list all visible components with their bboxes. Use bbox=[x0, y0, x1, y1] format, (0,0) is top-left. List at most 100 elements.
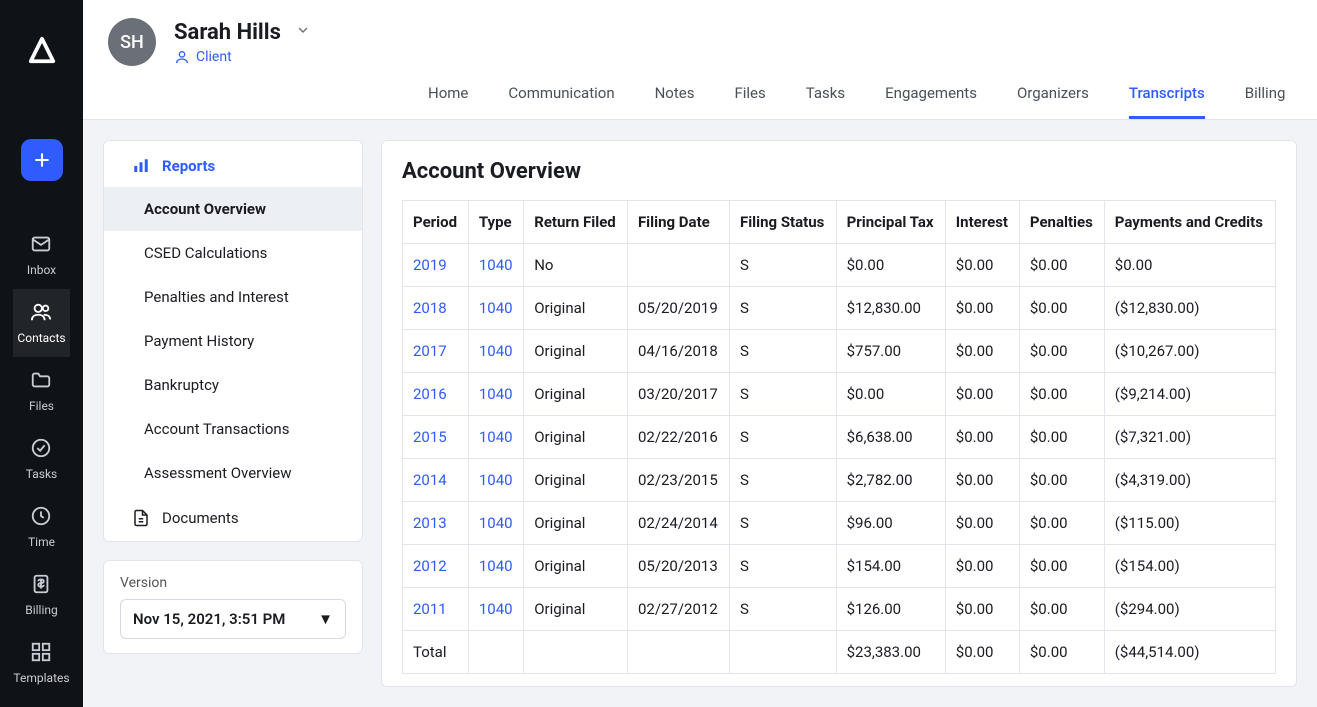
rail-item-label: Templates bbox=[13, 671, 69, 685]
reports-heading[interactable]: Reports bbox=[104, 141, 362, 187]
col-principal-tax[interactable]: Principal Tax bbox=[836, 201, 945, 244]
cell: Original bbox=[524, 330, 628, 373]
tab-organizers[interactable]: Organizers bbox=[1017, 84, 1089, 119]
tab-transcripts[interactable]: Transcripts bbox=[1129, 84, 1205, 119]
document-icon bbox=[132, 509, 150, 527]
sidebar-item-documents[interactable]: Documents bbox=[104, 495, 362, 541]
cell: 02/22/2016 bbox=[627, 416, 729, 459]
sidebar-item-assessment-overview[interactable]: Assessment Overview bbox=[104, 451, 362, 495]
link-cell[interactable]: 2015 bbox=[403, 416, 469, 459]
rail-item-contacts[interactable]: Contacts bbox=[13, 289, 69, 357]
link-cell[interactable]: 2019 bbox=[403, 244, 469, 287]
link-cell[interactable]: 1040 bbox=[468, 373, 523, 416]
col-return-filed[interactable]: Return Filed bbox=[524, 201, 628, 244]
table-row: 20161040Original03/20/2017S$0.00$0.00$0.… bbox=[403, 373, 1276, 416]
client-name: Sarah Hills bbox=[174, 20, 281, 45]
users-icon bbox=[30, 301, 52, 326]
tab-billing[interactable]: Billing bbox=[1245, 84, 1286, 119]
cell: $96.00 bbox=[836, 502, 945, 545]
cell: Original bbox=[524, 545, 628, 588]
cell: Original bbox=[524, 287, 628, 330]
folder-icon bbox=[30, 369, 52, 394]
col-filing-date[interactable]: Filing Date bbox=[627, 201, 729, 244]
link-cell[interactable]: 2017 bbox=[403, 330, 469, 373]
cell: $0.00 bbox=[945, 459, 1019, 502]
add-button[interactable] bbox=[21, 139, 63, 181]
link-cell[interactable]: 1040 bbox=[468, 502, 523, 545]
link-cell[interactable]: 2012 bbox=[403, 545, 469, 588]
cell: $0.00 bbox=[945, 545, 1019, 588]
tab-files[interactable]: Files bbox=[734, 84, 765, 119]
rail-item-label: Billing bbox=[25, 603, 58, 617]
col-period[interactable]: Period bbox=[403, 201, 469, 244]
sidebar-item-penalties-and-interest[interactable]: Penalties and Interest bbox=[104, 275, 362, 319]
sidebar-item-account-overview[interactable]: Account Overview bbox=[104, 187, 362, 231]
link-cell[interactable]: 2016 bbox=[403, 373, 469, 416]
cell: S bbox=[729, 502, 836, 545]
cell: S bbox=[729, 588, 836, 631]
tab-tasks[interactable]: Tasks bbox=[806, 84, 845, 119]
cell: $0.00 bbox=[945, 416, 1019, 459]
rail-item-label: Inbox bbox=[27, 263, 56, 277]
tab-communication[interactable]: Communication bbox=[508, 84, 614, 119]
sidebar-item-account-transactions[interactable]: Account Transactions bbox=[104, 407, 362, 451]
side-panel: Reports Account OverviewCSED Calculation… bbox=[103, 140, 363, 687]
link-cell[interactable]: 1040 bbox=[468, 416, 523, 459]
cell: S bbox=[729, 330, 836, 373]
col-penalties[interactable]: Penalties bbox=[1019, 201, 1104, 244]
tab-notes[interactable]: Notes bbox=[655, 84, 695, 119]
sidebar-item-csed-calculations[interactable]: CSED Calculations bbox=[104, 231, 362, 275]
link-cell[interactable]: 1040 bbox=[468, 545, 523, 588]
cell: $0.00 bbox=[945, 373, 1019, 416]
col-filing-status[interactable]: Filing Status bbox=[729, 201, 836, 244]
cell: S bbox=[729, 287, 836, 330]
chevron-down-icon[interactable] bbox=[295, 22, 311, 42]
col-payments-and-credits[interactable]: Payments and Credits bbox=[1104, 201, 1275, 244]
cell: $0.00 bbox=[836, 244, 945, 287]
cell: $0.00 bbox=[945, 631, 1019, 674]
cell: S bbox=[729, 545, 836, 588]
rail-item-billing[interactable]: Billing bbox=[13, 561, 69, 629]
cell: No bbox=[524, 244, 628, 287]
avatar: SH bbox=[108, 18, 156, 66]
rail-item-tasks[interactable]: Tasks bbox=[13, 425, 69, 493]
table-row: 20191040NoS$0.00$0.00$0.00$0.00 bbox=[403, 244, 1276, 287]
tab-engagements[interactable]: Engagements bbox=[885, 84, 977, 119]
link-cell[interactable]: 2018 bbox=[403, 287, 469, 330]
version-card: Version Nov 15, 2021, 3:51 PM ▼ bbox=[103, 560, 363, 654]
link-cell[interactable]: 1040 bbox=[468, 244, 523, 287]
main: SH Sarah Hills Client HomeCommunicationN… bbox=[83, 0, 1317, 707]
cell: $0.00 bbox=[1019, 287, 1104, 330]
table-total-row: Total$23,383.00$0.00$0.00($44,514.00) bbox=[403, 631, 1276, 674]
cell bbox=[729, 631, 836, 674]
cell: 05/20/2019 bbox=[627, 287, 729, 330]
version-value: Nov 15, 2021, 3:51 PM bbox=[133, 610, 285, 628]
link-cell[interactable]: 2011 bbox=[403, 588, 469, 631]
link-cell[interactable]: 1040 bbox=[468, 330, 523, 373]
sidebar-item-bankruptcy[interactable]: Bankruptcy bbox=[104, 363, 362, 407]
rail-item-templates[interactable]: Templates bbox=[13, 629, 69, 697]
rail-item-time[interactable]: Time bbox=[13, 493, 69, 561]
link-cell[interactable]: 1040 bbox=[468, 588, 523, 631]
link-cell[interactable]: 1040 bbox=[468, 287, 523, 330]
link-cell[interactable]: 1040 bbox=[468, 459, 523, 502]
link-cell[interactable]: 2013 bbox=[403, 502, 469, 545]
link-cell[interactable]: 2014 bbox=[403, 459, 469, 502]
cell: ($294.00) bbox=[1104, 588, 1275, 631]
cell: ($10,267.00) bbox=[1104, 330, 1275, 373]
version-select[interactable]: Nov 15, 2021, 3:51 PM ▼ bbox=[120, 599, 346, 639]
cell: 03/20/2017 bbox=[627, 373, 729, 416]
tab-home[interactable]: Home bbox=[428, 84, 468, 119]
sidebar-item-payment-history[interactable]: Payment History bbox=[104, 319, 362, 363]
documents-label: Documents bbox=[162, 509, 239, 527]
cell: Original bbox=[524, 588, 628, 631]
cell: S bbox=[729, 416, 836, 459]
cell: $0.00 bbox=[1019, 588, 1104, 631]
col-type[interactable]: Type bbox=[468, 201, 523, 244]
rail-item-inbox[interactable]: Inbox bbox=[13, 221, 69, 289]
col-interest[interactable]: Interest bbox=[945, 201, 1019, 244]
cell: 02/24/2014 bbox=[627, 502, 729, 545]
cell: S bbox=[729, 459, 836, 502]
cell: Total bbox=[403, 631, 469, 674]
rail-item-files[interactable]: Files bbox=[13, 357, 69, 425]
